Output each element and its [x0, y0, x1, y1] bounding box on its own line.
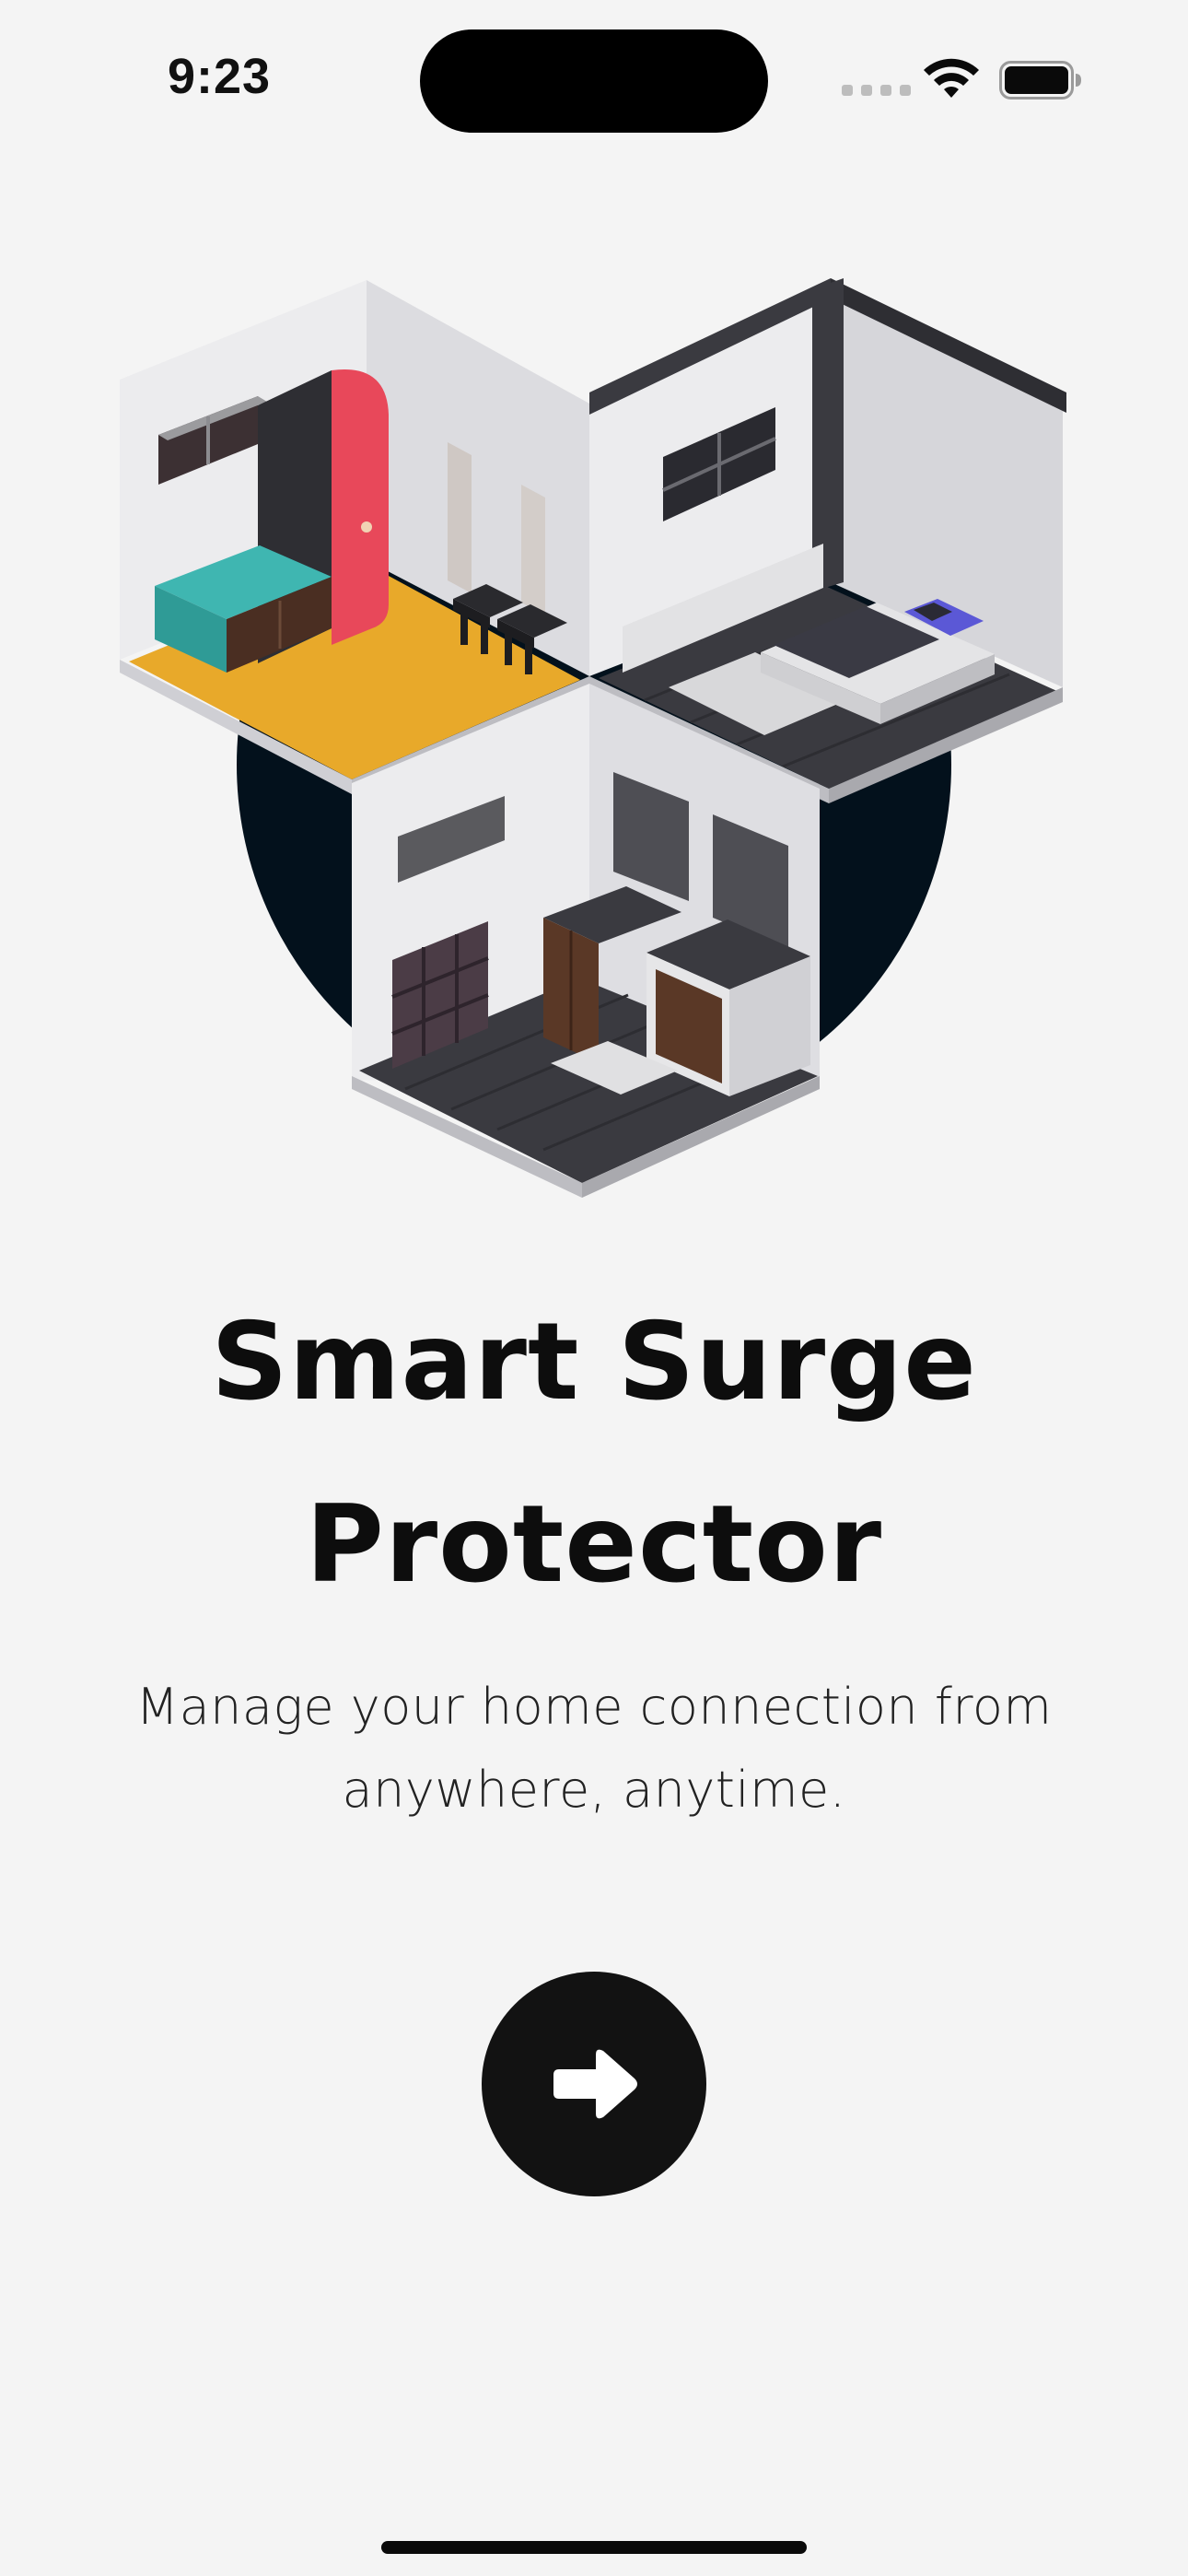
subtitle-line-2: anywhere, anytime.	[342, 1761, 846, 1819]
house-illustration	[120, 278, 1066, 1198]
dynamic-island	[420, 29, 768, 133]
cellular-signal-icon	[842, 85, 911, 96]
next-button[interactable]	[482, 1972, 706, 2196]
title-line-2: Protector	[305, 1482, 883, 1607]
battery-icon	[999, 61, 1081, 100]
status-time: 9:23	[168, 49, 272, 104]
page-title: Smart Surge Protector	[0, 1271, 1188, 1636]
wifi-icon	[924, 58, 979, 98]
arrow-right-icon	[553, 2049, 637, 2119]
living-room	[352, 684, 820, 1198]
subtitle-line-1: Manage your home connection from	[135, 1678, 1053, 1736]
page-subtitle: Manage your home connection from anywher…	[111, 1666, 1077, 1832]
title-line-1: Smart Surge	[211, 1300, 977, 1424]
home-indicator[interactable]	[381, 2541, 807, 2554]
